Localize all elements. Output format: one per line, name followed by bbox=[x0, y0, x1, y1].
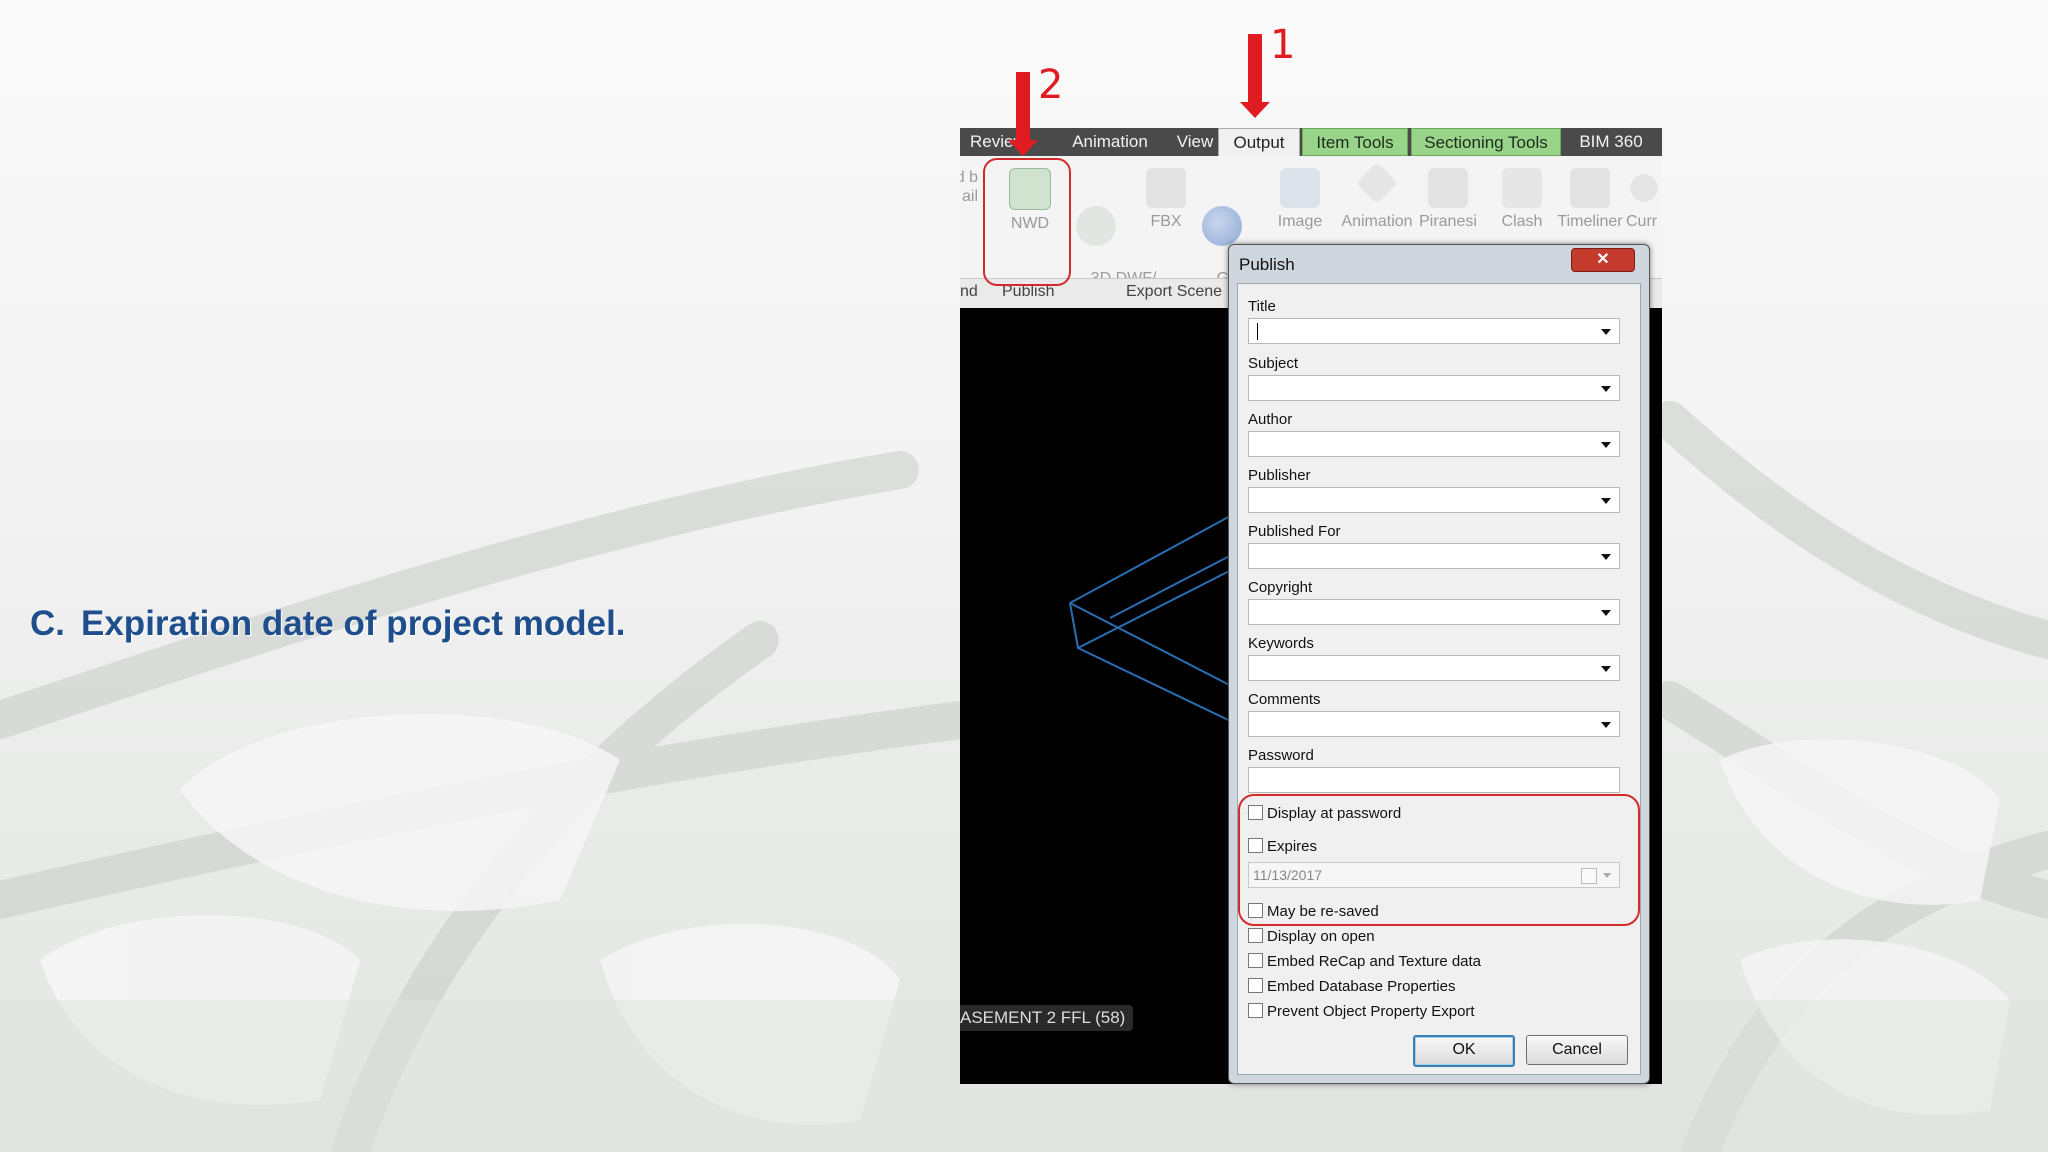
comments-label: Comments bbox=[1248, 691, 1321, 708]
publisher-combo[interactable] bbox=[1248, 487, 1620, 513]
published-for-label: Published For bbox=[1248, 523, 1341, 540]
prevent-export-label: Prevent Object Property Export bbox=[1267, 1003, 1475, 1020]
piranesi-label: Piranesi bbox=[1419, 213, 1477, 230]
ribbon-tab-bar: Review Animation View Output Item Tools … bbox=[960, 128, 1662, 157]
keywords-label: Keywords bbox=[1248, 635, 1314, 652]
piranesi-icon bbox=[1428, 168, 1468, 208]
clash-label: Clash bbox=[1501, 213, 1543, 230]
copyright-label: Copyright bbox=[1248, 579, 1313, 596]
embed-database-checkbox[interactable]: Embed Database Properties bbox=[1248, 978, 1455, 996]
chevron-down-icon[interactable] bbox=[1601, 386, 1611, 392]
fbx-icon bbox=[1146, 168, 1186, 208]
display-on-open-label: Display on open bbox=[1267, 928, 1375, 945]
chevron-down-icon[interactable] bbox=[1601, 329, 1611, 335]
chevron-down-icon[interactable] bbox=[1601, 610, 1611, 616]
author-label: Author bbox=[1248, 411, 1293, 428]
timeliner-label: Timeliner bbox=[1557, 213, 1623, 230]
tab-bim360[interactable]: BIM 360 bbox=[1568, 128, 1654, 156]
fbx-label: FBX bbox=[1150, 213, 1182, 230]
ribbon-group-partial: nd bbox=[960, 283, 978, 300]
text-caret bbox=[1257, 323, 1258, 340]
title-combo[interactable] bbox=[1248, 318, 1620, 344]
chevron-down-icon[interactable] bbox=[1601, 498, 1611, 504]
search-icon bbox=[1630, 174, 1658, 202]
subject-label: Subject bbox=[1248, 355, 1299, 372]
current-label: Curr bbox=[1626, 213, 1658, 230]
arrow-1-number: 1 bbox=[1270, 22, 1296, 68]
fbx-button[interactable]: FBX bbox=[1134, 168, 1198, 231]
image-label: Image bbox=[1277, 213, 1323, 230]
ribbon-partial-label: d b ail bbox=[960, 169, 978, 205]
checkbox-box[interactable] bbox=[1248, 978, 1263, 993]
clash-button[interactable]: Clash bbox=[1490, 168, 1554, 231]
arrow-2-annotation bbox=[1008, 72, 1038, 156]
publisher-label: Publisher bbox=[1248, 467, 1311, 484]
embed-database-label: Embed Database Properties bbox=[1267, 978, 1456, 995]
password-field[interactable] bbox=[1248, 767, 1620, 793]
published-for-combo[interactable] bbox=[1248, 543, 1620, 569]
checkbox-box[interactable] bbox=[1248, 1003, 1263, 1018]
keywords-combo[interactable] bbox=[1248, 655, 1620, 681]
chevron-down-icon[interactable] bbox=[1601, 442, 1611, 448]
chevron-down-icon[interactable] bbox=[1601, 554, 1611, 560]
nwd-highlight-box bbox=[983, 158, 1071, 286]
slide-caption: C. Expiration date of project model. bbox=[30, 604, 626, 644]
clash-icon bbox=[1502, 168, 1542, 208]
current-button[interactable]: Curr bbox=[1626, 168, 1662, 231]
close-icon: ✕ bbox=[1596, 251, 1610, 268]
chevron-down-icon[interactable] bbox=[1601, 722, 1611, 728]
caption-marker: C. bbox=[30, 604, 65, 643]
ok-button[interactable]: OK bbox=[1413, 1035, 1515, 1067]
close-button[interactable]: ✕ bbox=[1571, 248, 1635, 272]
google-earth-icon bbox=[1202, 206, 1242, 246]
tab-output[interactable]: Output bbox=[1218, 128, 1300, 157]
embed-recap-label: Embed ReCap and Texture data bbox=[1267, 953, 1482, 970]
image-button[interactable]: Image bbox=[1268, 168, 1332, 231]
password-label: Password bbox=[1248, 747, 1314, 764]
animation-label: Animation bbox=[1341, 213, 1413, 230]
prevent-export-checkbox[interactable]: Prevent Object Property Export bbox=[1248, 1003, 1475, 1021]
arrow-2-number: 2 bbox=[1038, 62, 1064, 108]
copyright-combo[interactable] bbox=[1248, 599, 1620, 625]
expires-highlight-box bbox=[1238, 794, 1640, 926]
checkbox-box[interactable] bbox=[1248, 953, 1263, 968]
title-label: Title bbox=[1248, 298, 1276, 315]
tab-sectioning-tools[interactable]: Sectioning Tools bbox=[1411, 128, 1561, 156]
timeliner-csv-icon bbox=[1570, 168, 1610, 208]
checkbox-box[interactable] bbox=[1248, 928, 1263, 943]
tab-animation[interactable]: Animation bbox=[1060, 128, 1160, 156]
tab-view[interactable]: View bbox=[1165, 128, 1225, 156]
embed-recap-checkbox[interactable]: Embed ReCap and Texture data bbox=[1248, 953, 1481, 971]
comments-combo[interactable] bbox=[1248, 711, 1620, 737]
chevron-down-icon[interactable] bbox=[1601, 666, 1611, 672]
subject-combo[interactable] bbox=[1248, 375, 1620, 401]
image-icon bbox=[1280, 168, 1320, 208]
animation-export-button[interactable]: Animation bbox=[1336, 161, 1418, 231]
publish-dialog: Publish ✕ Title Subject Author Publisher… bbox=[1228, 244, 1650, 1084]
timeliner-button[interactable]: Timeliner bbox=[1550, 168, 1630, 231]
tab-item-tools[interactable]: Item Tools bbox=[1302, 128, 1408, 156]
piranesi-button[interactable]: Piranesi bbox=[1416, 168, 1480, 231]
arrow-1-annotation bbox=[1240, 34, 1270, 118]
dialog-body: Title Subject Author Publisher Published… bbox=[1237, 283, 1641, 1075]
cancel-button[interactable]: Cancel bbox=[1526, 1035, 1628, 1065]
viewpoint-status-label: ASEMENT 2 FFL (58) bbox=[960, 1005, 1134, 1031]
ribbon-group-export-scene: Export Scene bbox=[1126, 283, 1223, 300]
caption-text: Expiration date of project model. bbox=[81, 604, 626, 643]
author-combo[interactable] bbox=[1248, 431, 1620, 457]
animation-icon bbox=[1355, 161, 1399, 205]
dialog-title: Publish bbox=[1239, 255, 1295, 274]
dwf-icon bbox=[1076, 206, 1116, 246]
display-on-open-checkbox[interactable]: Display on open bbox=[1248, 928, 1375, 946]
